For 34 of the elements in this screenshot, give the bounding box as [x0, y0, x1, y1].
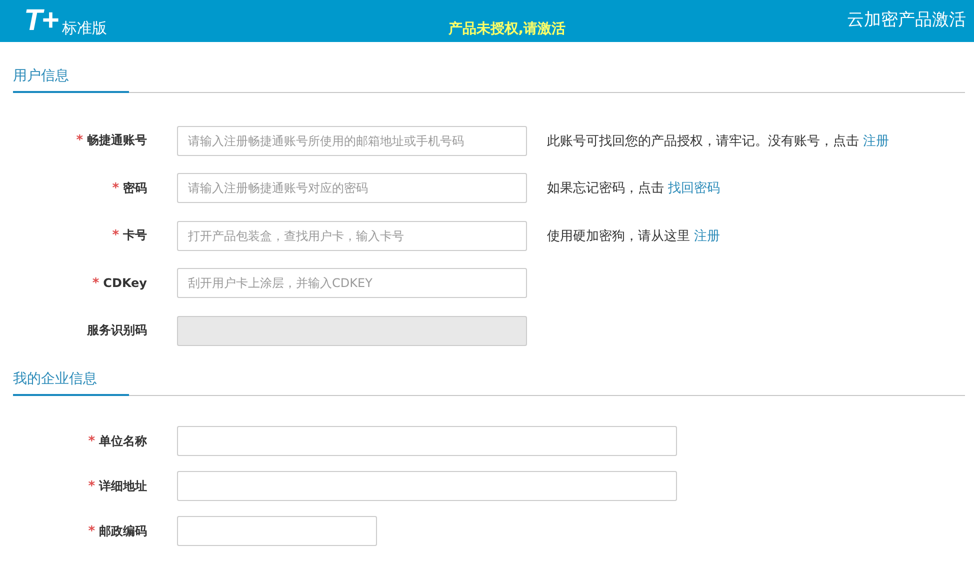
input-field[interactable]: 请输入注册畅捷通账号对应的密码	[177, 173, 527, 204]
field-label: 详细地址	[99, 478, 147, 494]
section-title: 我的企业信息	[13, 370, 129, 396]
required-mark: *	[112, 228, 119, 244]
field-label: 卡号	[123, 227, 147, 244]
hint-link[interactable]: 找回密码	[668, 181, 720, 196]
field-label: 邮政编码	[99, 522, 147, 540]
input-field[interactable]: 请输入注册畅捷通账号所使用的邮箱地址或手机号码	[177, 126, 527, 156]
hint-text: 如果忘记密码，点击 找回密码	[547, 180, 720, 198]
edition-label: 标准版	[62, 18, 107, 38]
input-field[interactable]	[177, 471, 677, 501]
required-mark: *	[92, 276, 100, 291]
hint-text: 此账号可找回您的产品授权，请牢记。没有账号，点击 注册	[547, 132, 889, 150]
field-label: 畅捷通账号	[87, 132, 147, 150]
hint-link[interactable]: 注册	[863, 134, 889, 149]
field-label: 单位名称	[99, 432, 147, 450]
input-field[interactable]: 打开产品包装盒，查找用户卡，输入卡号	[177, 220, 527, 251]
input-field[interactable]: 刮开用户卡上涂层，并输入CDKEY	[177, 268, 527, 298]
section-title: 用户信息	[13, 67, 129, 93]
hint-link[interactable]: 注册	[694, 228, 720, 244]
required-mark: *	[88, 478, 95, 494]
required-mark: *	[88, 434, 95, 448]
input-field[interactable]	[177, 516, 377, 546]
input-field[interactable]	[177, 426, 677, 456]
required-mark: *	[112, 180, 119, 196]
field-label: 密码	[123, 180, 147, 197]
logo: T+	[24, 4, 58, 38]
license-notice: 产品未授权,请激活	[447, 20, 567, 38]
field-label: 服务识别码	[87, 322, 147, 340]
required-mark: *	[88, 524, 95, 538]
field-label: CDKey	[103, 276, 147, 290]
hint-text: 使用硬加密狗，请从这里 注册	[547, 228, 720, 245]
required-mark: *	[76, 133, 83, 148]
page-title: 云加密产品激活	[847, 8, 966, 30]
